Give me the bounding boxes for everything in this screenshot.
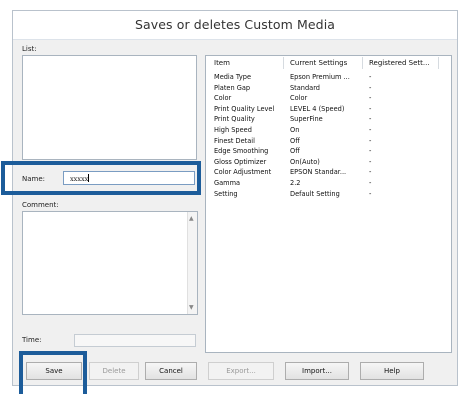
grid-cell-current: Off xyxy=(290,147,300,156)
scroll-up-icon[interactable]: ▲ xyxy=(189,215,194,222)
grid-cell-registered: - xyxy=(369,168,372,177)
grid-cell-current: On(Auto) xyxy=(290,157,320,166)
grid-cell-registered: - xyxy=(369,157,372,166)
grid-header-registered: Registered Sett... xyxy=(369,59,430,67)
grid-cell-current: Default Setting xyxy=(290,189,340,198)
grid-cell-registered: - xyxy=(369,115,372,124)
grid-header-divider xyxy=(438,57,439,69)
grid-cell-current: Off xyxy=(290,136,300,145)
grid-cell-registered: - xyxy=(369,126,372,134)
grid-cell-registered: - xyxy=(369,104,372,113)
title-bar: Saves or deletes Custom Media xyxy=(13,11,457,40)
delete-button[interactable]: Delete xyxy=(89,362,139,380)
name-highlight-frame xyxy=(1,161,201,195)
grid-cell-registered: - xyxy=(369,179,372,187)
grid-cell-registered: - xyxy=(369,83,372,92)
grid-cell-current: On xyxy=(290,126,300,134)
comment-label: Comment: xyxy=(22,201,59,209)
grid-cell-current: SuperFine xyxy=(290,115,323,124)
grid-cell-current: 2.2 xyxy=(290,179,301,187)
grid-cell-item: Print Quality Level xyxy=(214,104,275,113)
grid-cell-current: LEVEL 4 (Speed) xyxy=(290,104,345,113)
grid-cell-item: Gloss Optimizer xyxy=(214,157,267,166)
grid-cell-current: Epson Premium ... xyxy=(290,73,350,81)
grid-cell-registered: - xyxy=(369,73,372,81)
media-list[interactable] xyxy=(22,55,197,160)
grid-header-divider xyxy=(362,57,363,69)
export-button[interactable]: Export... xyxy=(208,362,274,380)
list-label: List: xyxy=(22,45,37,53)
grid-header-current: Current Settings xyxy=(290,59,348,67)
grid-cell-item: Finest Detail xyxy=(214,136,255,145)
comment-scrollbar[interactable]: ▲ ▼ xyxy=(187,212,197,314)
grid-cell-registered: - xyxy=(369,136,372,145)
dialog-title: Saves or deletes Custom Media xyxy=(134,17,336,32)
time-field xyxy=(74,334,196,347)
grid-cell-registered: - xyxy=(369,94,372,103)
help-button[interactable]: Help xyxy=(360,362,424,380)
grid-cell-current: Color xyxy=(290,94,308,103)
grid-cell-registered: - xyxy=(369,147,372,156)
grid-cell-item: Platen Gap xyxy=(214,83,251,92)
scroll-down-icon[interactable]: ▼ xyxy=(189,304,194,311)
grid-cell-item: Edge Smoothing xyxy=(214,147,269,156)
import-button[interactable]: Import... xyxy=(285,362,349,380)
grid-cell-item: High Speed xyxy=(214,126,252,134)
grid-cell-item: Color Adjustment xyxy=(214,168,272,177)
settings-grid xyxy=(205,55,452,353)
time-label: Time: xyxy=(22,336,42,344)
grid-cell-item: Media Type xyxy=(214,73,252,81)
grid-cell-item: Setting xyxy=(214,189,238,198)
comment-textarea[interactable]: ▲ ▼ xyxy=(22,211,198,315)
grid-cell-current: Standard xyxy=(290,83,320,92)
save-highlight-frame xyxy=(19,351,87,394)
grid-cell-item: Color xyxy=(214,94,232,103)
grid-cell-registered: - xyxy=(369,189,372,198)
grid-cell-item: Gamma xyxy=(214,179,241,187)
cancel-button[interactable]: Cancel xyxy=(145,362,197,380)
grid-cell-current: EPSON Standar... xyxy=(290,168,347,177)
grid-header-item: Item xyxy=(214,59,230,67)
grid-cell-item: Print Quality xyxy=(214,115,255,124)
grid-header-divider xyxy=(283,57,284,69)
